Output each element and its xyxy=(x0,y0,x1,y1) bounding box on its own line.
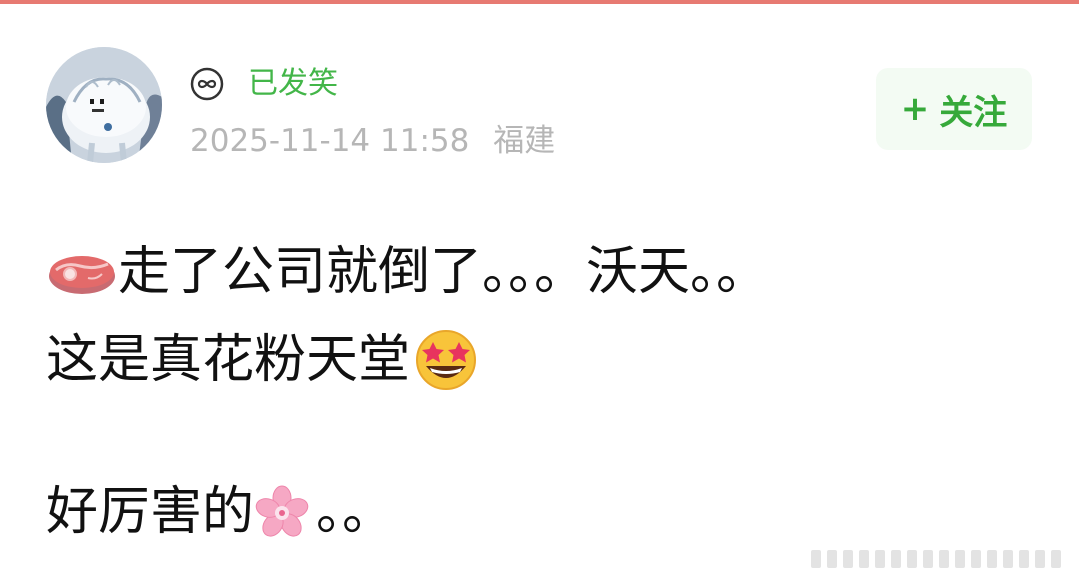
content-line-1: 走了公司就倒了。。。沃天。。 xyxy=(46,240,1046,304)
content-text-3: 好厉害的 xyxy=(46,482,255,542)
top-accent-bar xyxy=(0,0,1079,4)
watermark-pattern xyxy=(811,550,1061,568)
cherry-blossom-emoji xyxy=(254,480,316,544)
watermark xyxy=(803,545,1061,573)
follow-button[interactable]: + 关注 xyxy=(876,68,1032,150)
content-text-2: 这是真花粉天堂 xyxy=(46,330,411,390)
cartoon-avatar-icon xyxy=(46,47,162,163)
post-meta: 2025-11-14 11:58 福建 xyxy=(190,120,555,162)
post-content: 走了公司就倒了。。。沃天。。 这是真花粉天堂 好厉害的 。。 xyxy=(46,240,1046,544)
content-tail-3: 。。 xyxy=(316,482,395,542)
status-label: 已发笑 xyxy=(248,66,338,101)
star-struck-emoji xyxy=(410,328,482,392)
plus-icon: + xyxy=(900,89,930,129)
follow-label: 关注 xyxy=(939,92,1008,133)
user-avatar[interactable] xyxy=(46,47,162,163)
post-timestamp: 2025-11-14 11:58 xyxy=(190,123,470,159)
content-line-3: 好厉害的 。。 xyxy=(46,480,1046,544)
content-line-2: 这是真花粉天堂 xyxy=(46,328,1046,392)
post-location: 福建 xyxy=(493,123,556,159)
meat-steak-emoji xyxy=(46,240,118,304)
post-card: 已发笑 2025-11-14 11:58 福建 + 关注 走了公司就倒了。。。沃… xyxy=(0,0,1079,585)
infinity-badge-icon xyxy=(190,67,224,101)
content-text-1: 走了公司就倒了。。。沃天。。 xyxy=(118,242,769,302)
